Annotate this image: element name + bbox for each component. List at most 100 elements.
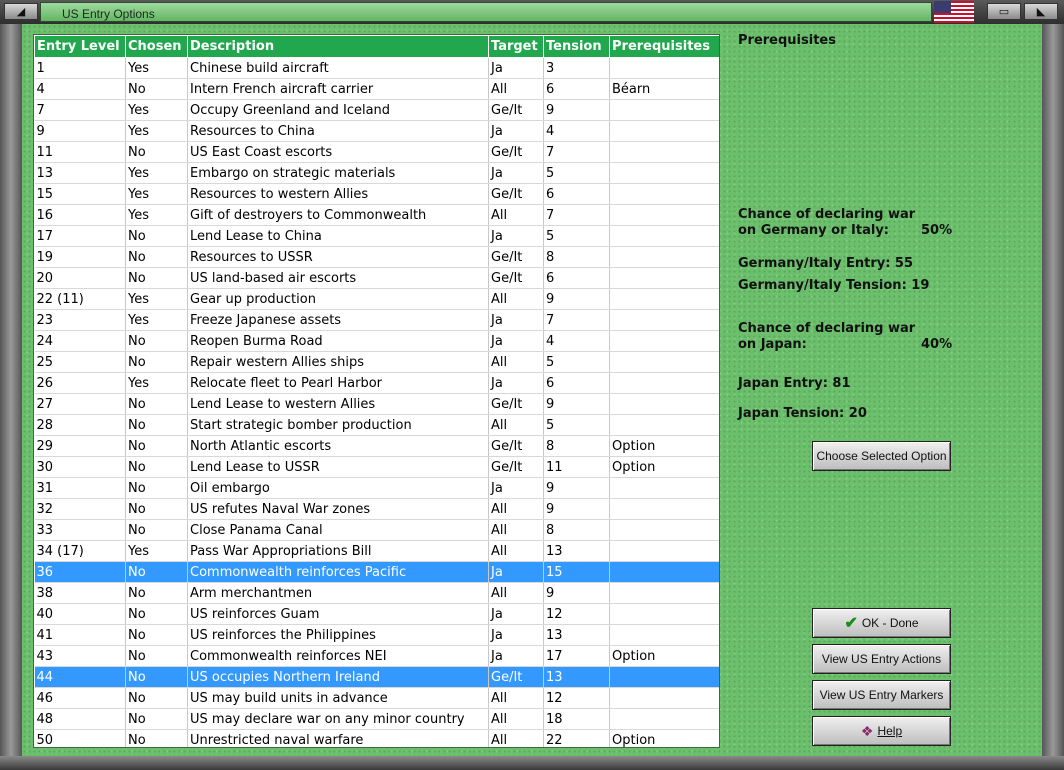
column-header-description[interactable]: Description	[187, 35, 489, 58]
close-icon: ◣	[1036, 5, 1046, 18]
cell-chosen: No	[125, 603, 188, 625]
checkmark-icon: ✔	[844, 615, 858, 632]
cell-tension: 5	[543, 351, 610, 373]
ok-done-button[interactable]: ✔ OK - Done	[812, 608, 951, 638]
table-row[interactable]: 19 No Resources to USSR Ge/It 8	[34, 246, 719, 268]
cell-description: Embargo on strategic materials	[187, 162, 489, 184]
cell-target: Ja	[488, 372, 544, 394]
entry-options-table[interactable]: Entry Level Chosen Description Target Te…	[33, 34, 720, 748]
cell-chosen: No	[125, 435, 188, 457]
column-header-prerequisites[interactable]: Prerequisites	[609, 35, 719, 58]
table-row[interactable]: 17 No Lend Lease to China Ja 5	[34, 225, 719, 247]
table-row[interactable]: 33 No Close Panama Canal All 8	[34, 519, 719, 541]
cell-prerequisites: Béarn	[609, 78, 719, 100]
table-row[interactable]: 32 No US refutes Naval War zones All 9	[34, 498, 719, 520]
cell-tension: 12	[543, 603, 610, 625]
table-row[interactable]: 38 No Arm merchantmen All 9	[34, 582, 719, 604]
germany-chance-label-1: Chance of declaring war	[738, 207, 916, 222]
cell-prerequisites	[609, 540, 719, 562]
cell-target: All	[488, 288, 544, 310]
table-row[interactable]: 24 No Reopen Burma Road Ja 4	[34, 330, 719, 352]
japan-chance-label-2: on Japan:	[738, 337, 807, 352]
table-row[interactable]: 23 Yes Freeze Japanese assets Ja 7	[34, 309, 719, 331]
cell-entry-level: 13	[34, 162, 126, 184]
table-row[interactable]: 4 No Intern French aircraft carrier All 6 Béa…	[34, 78, 719, 100]
cell-description: US may build units in advance	[187, 687, 489, 709]
cell-description: Resources to USSR	[187, 246, 489, 268]
cell-description: Commonwealth reinforces Pacific	[187, 561, 489, 583]
cell-description: Resources to western Allies	[187, 183, 489, 205]
column-header-tension[interactable]: Tension	[543, 35, 610, 58]
maximize-button[interactable]: ▭	[987, 3, 1021, 20]
table-row[interactable]: 36 No Commonwealth reinforces Pacific Ja 15	[34, 561, 719, 583]
table-row[interactable]: 27 No Lend Lease to western Allies Ge/It 9	[34, 393, 719, 415]
table-row[interactable]: 16 Yes Gift of destroyers to Commonwealth A…	[34, 204, 719, 226]
table-row[interactable]: 29 No North Atlantic escorts Ge/It 8 Option	[34, 435, 719, 457]
title-banner: US Entry Options	[40, 2, 932, 22]
cell-chosen: No	[125, 666, 188, 688]
cell-chosen: No	[125, 519, 188, 541]
minimize-icon: ◢	[16, 5, 26, 18]
view-actions-label: View US Entry Actions	[821, 652, 942, 666]
table-row[interactable]: 1 Yes Chinese build aircraft Ja 3	[34, 57, 719, 79]
cell-chosen: No	[125, 729, 188, 747]
table-row[interactable]: 20 No US land-based air escorts Ge/It 6	[34, 267, 719, 289]
close-button[interactable]: ◣	[1024, 3, 1058, 20]
minimize-button[interactable]: ◢	[4, 3, 38, 20]
cell-prerequisites	[609, 288, 719, 310]
table-row[interactable]: 48 No US may declare war on any minor coun…	[34, 708, 719, 730]
table-row[interactable]: 26 Yes Relocate fleet to Pearl Harbor Ja 6	[34, 372, 719, 394]
view-markers-label: View US Entry Markers	[819, 688, 944, 702]
table-row[interactable]: 50 No Unrestricted naval warfare All 22 Optio…	[34, 729, 719, 747]
table-row[interactable]: 9 Yes Resources to China Ja 4	[34, 120, 719, 142]
cell-prerequisites	[609, 603, 719, 625]
prerequisites-heading: Prerequisites	[738, 33, 836, 48]
cell-prerequisites	[609, 582, 719, 604]
table-row[interactable]: 11 No US East Coast escorts Ge/It 7	[34, 141, 719, 163]
view-us-entry-actions-button[interactable]: View US Entry Actions	[812, 644, 951, 674]
table-row[interactable]: 41 No US reinforces the Philippines Ja 13	[34, 624, 719, 646]
cell-target: Ge/It	[488, 666, 544, 688]
cell-chosen: Yes	[125, 309, 188, 331]
table-row[interactable]: 46 No US may build units in advance All 12	[34, 687, 719, 709]
table-row[interactable]: 15 Yes Resources to western Allies Ge/It 6	[34, 183, 719, 205]
column-header-target[interactable]: Target	[488, 35, 544, 58]
cell-prerequisites	[609, 57, 719, 79]
column-header-chosen[interactable]: Chosen	[125, 35, 188, 58]
cell-target: Ge/It	[488, 435, 544, 457]
column-header-entry-level[interactable]: Entry Level	[34, 35, 126, 58]
table-row[interactable]: 34 (17) Yes Pass War Appropriations Bill Al…	[34, 540, 719, 562]
table-row[interactable]: 22 (11) Yes Gear up production All 9	[34, 288, 719, 310]
cell-entry-level: 17	[34, 225, 126, 247]
view-us-entry-markers-button[interactable]: View US Entry Markers	[812, 680, 951, 710]
table-row[interactable]: 28 No Start strategic bomber production All…	[34, 414, 719, 436]
table-row[interactable]: 40 No US reinforces Guam Ja 12	[34, 603, 719, 625]
table-row[interactable]: 44 No US occupies Northern Ireland Ge/It 13	[34, 666, 719, 688]
table-row[interactable]: 13 Yes Embargo on strategic materials Ja 5	[34, 162, 719, 184]
cell-target: Ge/It	[488, 141, 544, 163]
help-button[interactable]: ❖ Help	[812, 716, 951, 746]
table-row[interactable]: 31 No Oil embargo Ja 9	[34, 477, 719, 499]
table-row[interactable]: 43 No Commonwealth reinforces NEI Ja 17 Optio…	[34, 645, 719, 667]
table-row[interactable]: 30 No Lend Lease to USSR Ge/It 11 Option	[34, 456, 719, 478]
cell-chosen: No	[125, 456, 188, 478]
table-row[interactable]: 25 No Repair western Allies ships All 5	[34, 351, 719, 373]
cell-tension: 9	[543, 498, 610, 520]
cell-entry-level: 32	[34, 498, 126, 520]
choose-selected-option-button[interactable]: Choose Selected Option	[812, 441, 951, 471]
cell-entry-level: 41	[34, 624, 126, 646]
cell-chosen: No	[125, 582, 188, 604]
cell-description: North Atlantic escorts	[187, 435, 489, 457]
table-row[interactable]: 7 Yes Occupy Greenland and Iceland Ge/It 9	[34, 99, 719, 121]
cell-target: Ja	[488, 561, 544, 583]
cell-prerequisites	[609, 372, 719, 394]
cell-entry-level: 46	[34, 687, 126, 709]
cell-tension: 13	[543, 624, 610, 646]
cell-prerequisites	[609, 666, 719, 688]
cell-target: All	[488, 540, 544, 562]
cell-target: Ge/It	[488, 456, 544, 478]
cell-entry-level: 9	[34, 120, 126, 142]
cell-prerequisites	[609, 99, 719, 121]
title-bar[interactable]: ◢ US Entry Options ▭ ◣	[0, 0, 1064, 24]
cell-prerequisites	[609, 414, 719, 436]
